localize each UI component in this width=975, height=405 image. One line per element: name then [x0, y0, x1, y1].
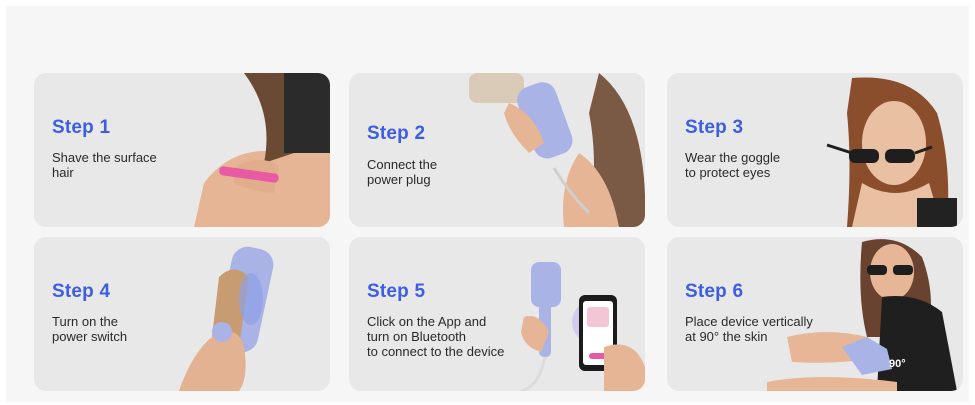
- step-title: Step 1: [52, 117, 111, 138]
- step-description: Turn on the power switch: [52, 314, 128, 344]
- step-description: Shave the surface hair: [52, 150, 157, 180]
- power-plug-image: [469, 73, 645, 227]
- step-title: Step 3: [685, 117, 744, 138]
- step-card-1: Step 1 Shave the surface hair: [34, 73, 330, 227]
- step-description: Place device vertically at 90° the skin: [685, 314, 813, 344]
- step-title: Step 4: [52, 281, 111, 302]
- step-description: Wear the goggle to protect eyes: [685, 150, 781, 180]
- step-title: Step 5: [367, 281, 426, 302]
- step-card-2: Step 2 Connect the power plug: [349, 73, 645, 227]
- step-description: Connect the power plug: [367, 157, 438, 187]
- step-card-4: Step 4 Turn on the power switch: [34, 237, 330, 391]
- step-title: Step 2: [367, 123, 426, 144]
- steps-panel: Step 1 Shave the surface hair Step 2 Con…: [6, 6, 969, 402]
- step-description: Click on the App and turn on Bluetooth t…: [367, 314, 505, 359]
- angle-badge: 90°: [889, 358, 906, 370]
- step-card-5: Step 5 Click on the App and turn on Blue…: [349, 237, 645, 391]
- step-card-6: Step 6 Place device vertically at 90° th…: [667, 237, 963, 391]
- step-card-3: Step 3 Wear the goggle to protect eyes: [667, 73, 963, 227]
- step-title: Step 6: [685, 281, 744, 302]
